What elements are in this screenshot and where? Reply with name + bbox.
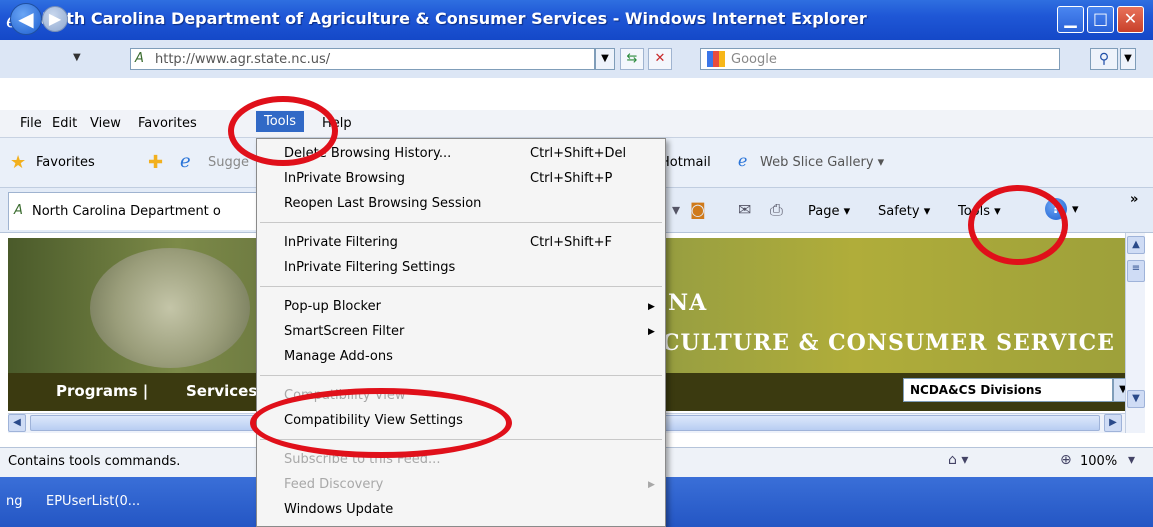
menu-tools[interactable]: Tools <box>256 111 305 132</box>
tab-title: North Carolina Department o <box>32 204 221 219</box>
help-icon[interactable]: ? <box>1045 198 1067 220</box>
submenu-arrow-icon: ▶ <box>648 480 655 490</box>
menu-item-subscribe-feed: Subscribe to this Feed... <box>284 452 441 467</box>
banner-title-line2: CULTURE & CONSUMER SERVICE <box>662 330 1115 356</box>
status-text: Contains tools commands. <box>8 454 181 469</box>
scroll-up-icon[interactable]: ▲ <box>1127 236 1145 254</box>
menu-edit[interactable]: Edit <box>52 116 77 131</box>
divisions-select[interactable]: NCDA&CS Divisions <box>903 378 1113 402</box>
url-input[interactable]: A http://www.agr.state.nc.us/ <box>130 48 595 70</box>
window-title: North Carolina Department of Agriculture… <box>34 9 867 28</box>
shortcut-inprivate-filtering: Ctrl+Shift+F <box>530 235 612 250</box>
minimize-button[interactable]: ▁ <box>1057 6 1084 33</box>
department-seal-image <box>90 248 250 368</box>
page-menu[interactable]: Page ▾ <box>808 204 850 219</box>
menu-item-feed-discovery: Feed Discovery <box>284 477 384 492</box>
feeds-icon[interactable]: ◙ <box>690 200 706 219</box>
site-favicon-icon: A <box>135 51 144 66</box>
scroll-right-icon[interactable]: ▶ <box>1104 414 1122 432</box>
menu-item-inprivate-filtering[interactable]: InPrivate Filtering <box>284 235 398 250</box>
suggested-sites-icon: ℯ <box>180 151 191 172</box>
url-text: http://www.agr.state.nc.us/ <box>155 52 331 67</box>
search-icon[interactable]: ⚲ <box>1090 48 1118 70</box>
recent-pages-dropdown[interactable]: ▼ <box>73 52 81 63</box>
menu-separator <box>260 286 662 287</box>
taskbar-item-epuserlist[interactable]: EPUserList(0... <box>46 494 140 509</box>
zoom-dropdown-icon[interactable]: ▾ <box>1128 452 1135 468</box>
hotmail-link[interactable]: Hotmail <box>660 155 711 170</box>
home-dropdown-icon[interactable]: ▾ <box>672 200 680 219</box>
suggested-sites-link[interactable]: Sugge <box>208 155 249 170</box>
stop-icon[interactable]: ✕ <box>648 48 672 70</box>
scroll-down-icon[interactable]: ▼ <box>1127 390 1145 408</box>
web-slice-icon: ℯ <box>738 151 748 170</box>
nav-programs-link[interactable]: Programs | <box>56 382 148 400</box>
zoom-level[interactable]: 100% <box>1080 454 1117 469</box>
menu-item-manage-addons[interactable]: Manage Add-ons <box>284 349 393 364</box>
google-icon <box>707 51 725 67</box>
menu-item-delete-history[interactable]: Delete Browsing History... <box>284 146 451 161</box>
nav-services-link[interactable]: Services <box>186 382 257 400</box>
menu-separator <box>260 439 662 440</box>
help-dropdown-icon[interactable]: ▾ <box>1072 202 1079 217</box>
maximize-button[interactable]: □ <box>1087 6 1114 33</box>
menu-favorites[interactable]: Favorites <box>138 116 197 131</box>
menu-item-inprivate-filtering-settings[interactable]: InPrivate Filtering Settings <box>284 260 455 275</box>
back-button[interactable]: ◀ <box>10 3 42 35</box>
menu-item-popup-blocker[interactable]: Pop-up Blocker <box>284 299 381 314</box>
zone-icon[interactable]: ⌂ ▾ <box>948 452 968 468</box>
scroll-left-icon[interactable]: ◀ <box>8 414 26 432</box>
menu-item-smartscreen[interactable]: SmartScreen Filter <box>284 324 404 339</box>
add-favorite-icon[interactable]: ✚ <box>148 152 163 173</box>
print-icon[interactable]: ⎙ <box>770 200 783 220</box>
more-commands-chevron-icon[interactable]: » <box>1130 192 1138 207</box>
shortcut-delete-history: Ctrl+Shift+Del <box>530 146 627 161</box>
submenu-arrow-icon: ▶ <box>648 302 655 312</box>
favorites-button[interactable]: Favorites <box>36 155 95 170</box>
menu-separator <box>260 375 662 376</box>
search-placeholder: Google <box>731 52 777 67</box>
favorites-star-icon: ★ <box>10 152 27 173</box>
tools-command-menu[interactable]: Tools ▾ <box>958 204 1001 219</box>
menu-separator <box>260 222 662 223</box>
menu-view[interactable]: View <box>90 116 121 131</box>
search-input[interactable]: Google <box>700 48 1060 70</box>
submenu-arrow-icon: ▶ <box>648 327 655 337</box>
menu-file[interactable]: File <box>20 116 42 131</box>
banner-title-line1: NA <box>668 290 708 316</box>
close-button[interactable]: ✕ <box>1117 6 1144 33</box>
url-dropdown-button[interactable]: ▼ <box>595 48 615 70</box>
menu-item-windows-update[interactable]: Windows Update <box>284 502 393 517</box>
menu-help[interactable]: Help <box>322 116 352 131</box>
shortcut-inprivate-browsing: Ctrl+Shift+P <box>530 171 613 186</box>
menu-item-inprivate-browsing[interactable]: InPrivate Browsing <box>284 171 405 186</box>
refresh-icon[interactable]: ⇆ <box>620 48 644 70</box>
menu-item-compatibility-view-settings[interactable]: Compatibility View Settings <box>284 413 463 428</box>
forward-button[interactable]: ▶ <box>42 6 68 32</box>
menu-item-reopen-session[interactable]: Reopen Last Browsing Session <box>284 196 481 211</box>
menu-item-compatibility-view: Compatibility View <box>284 388 406 403</box>
web-slice-gallery-link[interactable]: Web Slice Gallery ▾ <box>760 155 884 170</box>
tab-favicon-icon: A <box>14 203 23 218</box>
taskbar-item-partial[interactable]: ng <box>6 494 23 509</box>
safety-menu[interactable]: Safety ▾ <box>878 204 930 219</box>
search-options-dropdown[interactable]: ▼ <box>1120 48 1136 70</box>
mail-icon[interactable]: ✉ <box>738 200 751 219</box>
zoom-icon[interactable]: ⊕ <box>1060 452 1072 468</box>
vertical-scroll-thumb[interactable]: ≡ <box>1127 260 1145 282</box>
